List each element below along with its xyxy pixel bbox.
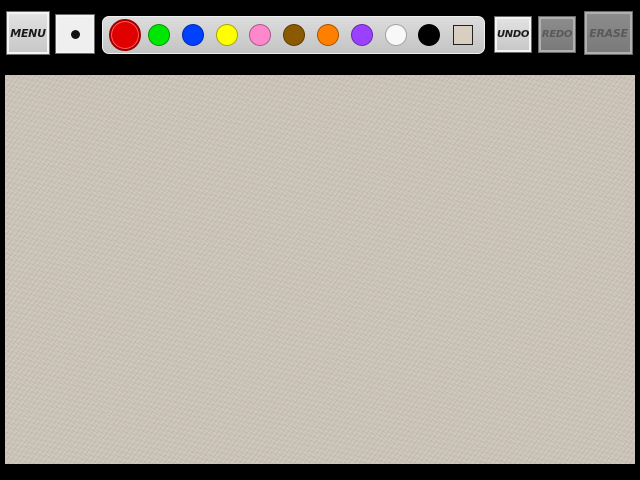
brush-size-dot-icon <box>70 29 80 39</box>
color-swatch-green[interactable] <box>148 24 170 46</box>
redo-button-label: REDO <box>541 29 573 40</box>
color-swatch-purple[interactable] <box>351 24 373 46</box>
color-swatch-red[interactable] <box>109 19 141 51</box>
erase-button[interactable]: ERASE <box>584 11 633 55</box>
redo-button[interactable]: REDO <box>538 16 576 53</box>
menu-button-label: MENU <box>10 26 46 40</box>
drawing-app: MENU UNDO REDO ERASE <box>0 0 640 480</box>
color-swatch-black[interactable] <box>418 24 440 46</box>
color-swatch-orange[interactable] <box>317 24 339 46</box>
drawing-canvas[interactable] <box>5 75 635 464</box>
color-palette <box>102 16 485 54</box>
undo-button-label: UNDO <box>496 29 530 40</box>
erase-button-label: ERASE <box>589 26 628 40</box>
color-swatch-canvas-color[interactable] <box>453 25 473 45</box>
color-swatch-brown[interactable] <box>283 24 305 46</box>
color-swatch-yellow[interactable] <box>216 24 238 46</box>
color-swatch-blue[interactable] <box>182 24 204 46</box>
color-swatch-white[interactable] <box>385 24 407 46</box>
undo-button[interactable]: UNDO <box>494 16 532 53</box>
brush-size-button[interactable] <box>55 14 95 54</box>
color-swatch-pink[interactable] <box>249 24 271 46</box>
menu-button[interactable]: MENU <box>6 11 50 55</box>
